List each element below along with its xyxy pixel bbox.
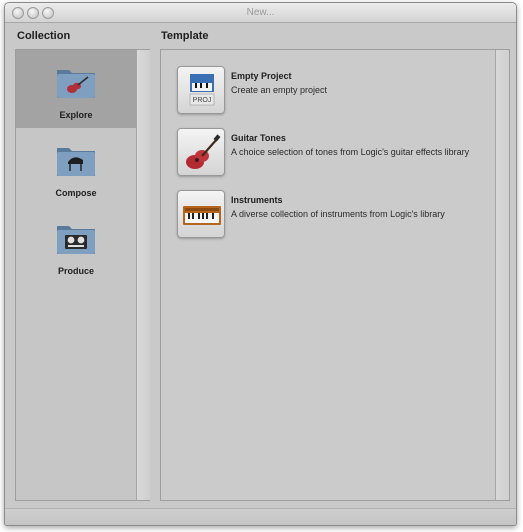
- new-project-window: New... Collection Template Explore Compo: [4, 2, 517, 526]
- template-title: Empty Project: [231, 71, 292, 81]
- template-item-empty-project[interactable]: PROJ Empty Project Create an empty proje…: [177, 66, 487, 118]
- collection-item-label: Explore: [59, 110, 93, 120]
- template-scrollbar[interactable]: [495, 50, 509, 500]
- bottom-bar: [5, 508, 516, 525]
- piano-folder-icon: [57, 148, 95, 176]
- keyboard-icon[interactable]: [177, 190, 225, 238]
- template-description: A diverse collection of instruments from…: [231, 209, 445, 219]
- collection-scrollbar[interactable]: [136, 50, 150, 500]
- collection-item-produce[interactable]: Produce: [16, 206, 136, 284]
- template-title: Instruments: [231, 195, 283, 205]
- collection-item-explore[interactable]: Explore: [16, 50, 136, 128]
- template-list: PROJ Empty Project Create an empty proje…: [160, 49, 510, 501]
- window-title: New...: [246, 7, 275, 18]
- empty-project-icon[interactable]: PROJ: [177, 66, 225, 114]
- guitar-icon[interactable]: [177, 128, 225, 176]
- template-title: Guitar Tones: [231, 133, 286, 143]
- collection-item-label: Produce: [57, 266, 94, 276]
- guitar-folder-icon: [57, 70, 95, 98]
- collection-header: Collection: [17, 30, 71, 42]
- template-header: Template: [161, 30, 209, 42]
- template-description: A choice selection of tones from Logic's…: [231, 147, 470, 157]
- collection-item-label: Compose: [55, 188, 97, 198]
- collection-list: Explore Compose Produce: [15, 49, 150, 501]
- proj-badge: PROJ: [193, 97, 212, 104]
- title-bar: New...: [5, 3, 516, 23]
- template-item-instruments[interactable]: Instruments A diverse collection of inst…: [177, 190, 487, 242]
- template-item-guitar-tones[interactable]: Guitar Tones A choice selection of tones…: [177, 128, 487, 180]
- tape-deck-folder-icon: [57, 226, 95, 254]
- template-description: Create an empty project: [231, 85, 328, 95]
- collection-item-compose[interactable]: Compose: [16, 128, 136, 206]
